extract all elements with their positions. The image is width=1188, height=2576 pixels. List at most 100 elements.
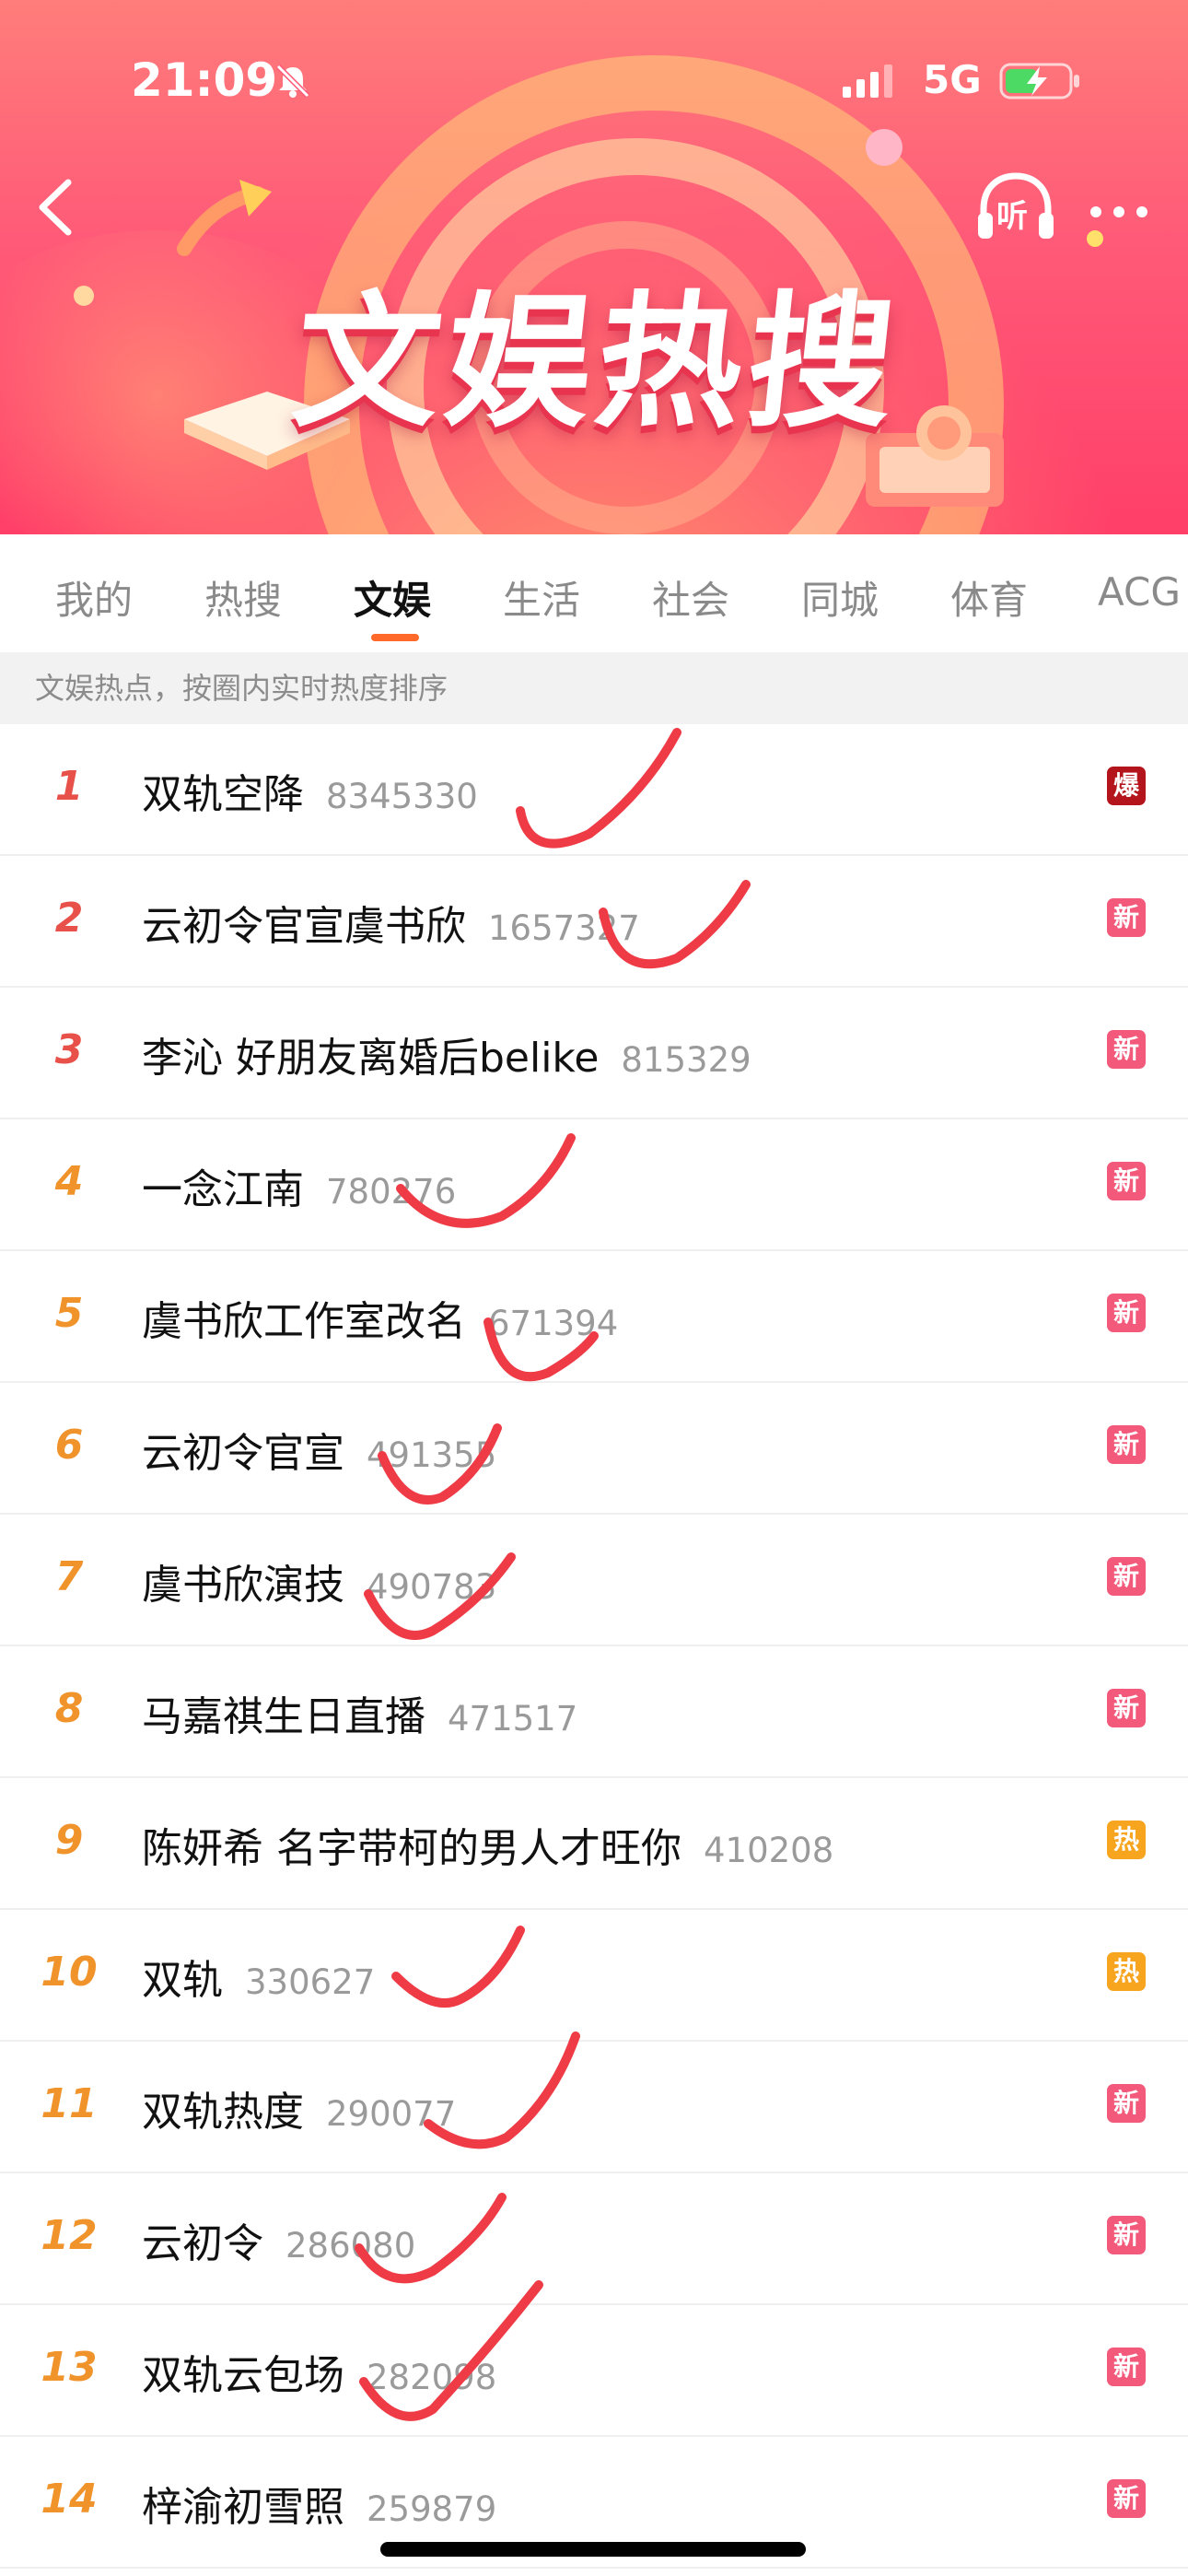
topic-title-text: 一念江南 [142,1166,304,1213]
topic-title[interactable]: 双轨空降 8345330 [142,761,478,820]
heat-count: 259879 [367,2489,497,2529]
tab-mine[interactable]: 我的 [55,569,133,626]
more-dots-icon[interactable] [1087,203,1151,221]
list-item[interactable]: 12 云初令 286080 新 [0,2173,1188,2305]
rank-number: 8 [54,1685,84,1732]
topic-title[interactable]: 云初令官宣虞书欣 1657327 [142,893,640,952]
status-badge: 新 [1107,1162,1146,1200]
status-badge: 新 [1107,1689,1146,1727]
banner-title: 文娱热搜 [285,278,909,448]
rank-number: 6 [54,1422,84,1469]
list-item[interactable]: 11 双轨热度 290077 新 [0,2042,1188,2173]
list-item[interactable]: 5 虞书欣工作室改名 671394 新 [0,1251,1188,1383]
topic-title[interactable]: 双轨云包场 282098 [142,2342,496,2401]
tab-society[interactable]: 社会 [652,569,729,626]
list-description-text: 文娱热点，按圈内实时热度排序 [35,671,448,706]
topic-title[interactable]: 一念江南 780276 [142,1156,456,1215]
topic-title-text: 虞书欣工作室改名 [142,1298,466,1345]
tab-entertainment[interactable]: 文娱 [354,569,431,626]
list-description: 文娱热点，按圈内实时热度排序 [0,652,1188,724]
heat-count: 471517 [448,1699,578,1739]
topic-title[interactable]: 虞书欣工作室改名 671394 [142,1288,618,1347]
heat-count: 286080 [285,2226,416,2266]
list-item[interactable]: 1 双轨空降 8345330 爆 [0,724,1188,856]
active-tab-indicator [371,634,419,641]
network-type: 5G [923,57,982,102]
rank-number: 5 [54,1290,84,1337]
list-item[interactable]: 13 双轨云包场 282098 新 [0,2305,1188,2437]
status-time: 21:09 [131,53,278,107]
list-item[interactable]: 10 双轨 330627 热 [0,1910,1188,2042]
decor-ball [866,129,903,166]
listen-button[interactable]: 听 [974,170,1057,244]
heat-count: 410208 [704,1831,834,1870]
rank-number: 13 [41,2344,98,2391]
chevron-left-icon[interactable] [28,175,83,240]
topic-title-text: 李沁 好朋友离婚后belike [142,1035,600,1082]
topic-title[interactable]: 云初令官宣 491355 [142,1420,496,1479]
list-item[interactable]: 7 虞书欣演技 490783 新 [0,1515,1188,1646]
heat-count: 8345330 [326,777,478,816]
heat-count: 490783 [367,1567,497,1607]
list-item[interactable]: 4 一念江南 780276 新 [0,1119,1188,1251]
status-badge: 新 [1107,1425,1146,1464]
rank-number: 11 [41,2080,98,2127]
rank-number: 4 [54,1158,84,1205]
heat-count: 815329 [621,1040,751,1080]
topic-title-text: 虞书欣演技 [142,1562,344,1609]
status-badge: 新 [1107,2348,1146,2386]
topic-title[interactable]: 梓渝初雪照 259879 [142,2474,496,2533]
header-banner: 21:09 5G 听 文娱热搜 [0,0,1188,534]
topic-title-text: 云初令官宣虞书欣 [142,903,466,950]
topic-title[interactable]: 双轨 330627 [142,1947,375,2006]
list-item[interactable]: 8 马嘉祺生日直播 471517 新 [0,1646,1188,1778]
status-badge: 新 [1107,2479,1146,2518]
rank-number: 7 [54,1553,84,1600]
tab-local[interactable]: 同城 [801,569,879,626]
rank-number: 2 [54,895,84,942]
tab-hot-search[interactable]: 热搜 [204,569,282,626]
heat-count: 491355 [367,1435,497,1475]
category-tabs: 我的 热搜 文娱 生活 社会 同城 体育 ACG [0,534,1188,652]
status-badge: 爆 [1107,767,1146,805]
home-indicator[interactable] [380,2542,806,2557]
topic-title-text: 双轨热度 [142,2089,304,2136]
tab-acg[interactable]: ACG [1098,569,1181,615]
status-badge: 新 [1107,1030,1146,1069]
tab-life[interactable]: 生活 [503,569,580,626]
battery-charging-icon [999,63,1079,100]
topic-title-text: 马嘉祺生日直播 [142,1693,425,1740]
topic-title-text: 云初令官宣 [142,1430,344,1477]
topic-title-text: 双轨空降 [142,771,304,818]
topic-title[interactable]: 陈妍希 名字带柯的男人才旺你 410208 [142,1815,833,1874]
status-badge: 热 [1107,1952,1146,1991]
listen-label: 听 [996,198,1028,235]
status-badge: 新 [1107,2216,1146,2254]
list-item[interactable]: 6 云初令官宣 491355 新 [0,1383,1188,1515]
heat-count: 671394 [488,1304,619,1343]
list-item[interactable]: 3 李沁 好朋友离婚后belike 815329 新 [0,988,1188,1119]
rank-number: 14 [41,2476,98,2523]
status-badge: 新 [1107,898,1146,937]
decor-ball [74,286,94,306]
hot-search-list: 1 双轨空降 8345330 爆 2 云初令官宣虞书欣 1657327 新 3 李沁… [0,724,1188,2569]
status-badge: 新 [1107,1557,1146,1596]
rank-number: 1 [54,763,84,810]
heat-count: 330627 [245,1962,376,2002]
topic-title[interactable]: 马嘉祺生日直播 471517 [142,1683,577,1742]
status-badge: 新 [1107,1294,1146,1332]
list-item[interactable]: 2 云初令官宣虞书欣 1657327 新 [0,856,1188,988]
topic-title-text: 双轨 [142,1957,223,2004]
topic-title[interactable]: 李沁 好朋友离婚后belike 815329 [142,1025,751,1083]
topic-title[interactable]: 双轨热度 290077 [142,2078,456,2137]
rank-number: 10 [41,1949,98,1996]
heat-count: 1657327 [488,908,640,948]
rank-number: 9 [54,1817,84,1864]
signal-icon [843,64,892,98]
list-item[interactable]: 9 陈妍希 名字带柯的男人才旺你 410208 热 [0,1778,1188,1910]
topic-title[interactable]: 云初令 286080 [142,2210,415,2269]
tab-sports[interactable]: 体育 [950,569,1028,626]
topic-title-text: 陈妍希 名字带柯的男人才旺你 [142,1825,681,1872]
heat-count: 290077 [326,2094,457,2134]
topic-title[interactable]: 虞书欣演技 490783 [142,1551,496,1610]
